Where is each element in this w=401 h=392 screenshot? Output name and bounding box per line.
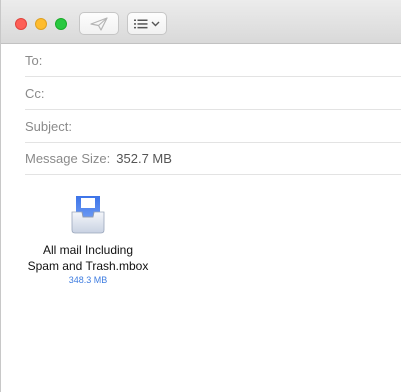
attachment[interactable]: All mail Including Spam and Trash.mbox 3… bbox=[18, 190, 158, 285]
paper-plane-icon bbox=[90, 16, 108, 31]
to-label: To: bbox=[25, 52, 43, 68]
titlebar bbox=[1, 0, 401, 44]
subject-field[interactable]: Subject: bbox=[25, 110, 401, 143]
window-edge bbox=[0, 0, 1, 392]
cc-field[interactable]: Cc: bbox=[25, 77, 401, 110]
format-menu-button[interactable] bbox=[127, 12, 167, 35]
maximize-button[interactable] bbox=[55, 18, 67, 30]
list-format-icon bbox=[134, 19, 148, 28]
message-size-label: Message Size: bbox=[25, 151, 111, 166]
chevron-down-icon bbox=[151, 21, 160, 26]
to-field[interactable]: To: bbox=[25, 44, 401, 77]
message-size-value: 352.7 MB bbox=[116, 151, 172, 166]
message-size-row: Message Size: 352.7 MB bbox=[25, 143, 401, 175]
close-button[interactable] bbox=[15, 18, 27, 30]
compose-window: To: Cc: Subject: Message Size: 352.7 MB bbox=[0, 0, 401, 392]
attachment-size: 348.3 MB bbox=[68, 275, 108, 285]
subject-label: Subject: bbox=[25, 118, 72, 134]
mailbox-file-icon bbox=[71, 196, 105, 234]
send-button[interactable] bbox=[79, 12, 119, 35]
minimize-button[interactable] bbox=[35, 18, 47, 30]
attachment-name-line2: Spam and Trash.mbox bbox=[27, 259, 149, 273]
attachment-name-line1: All mail Including bbox=[42, 243, 134, 257]
cc-label: Cc: bbox=[25, 85, 45, 101]
